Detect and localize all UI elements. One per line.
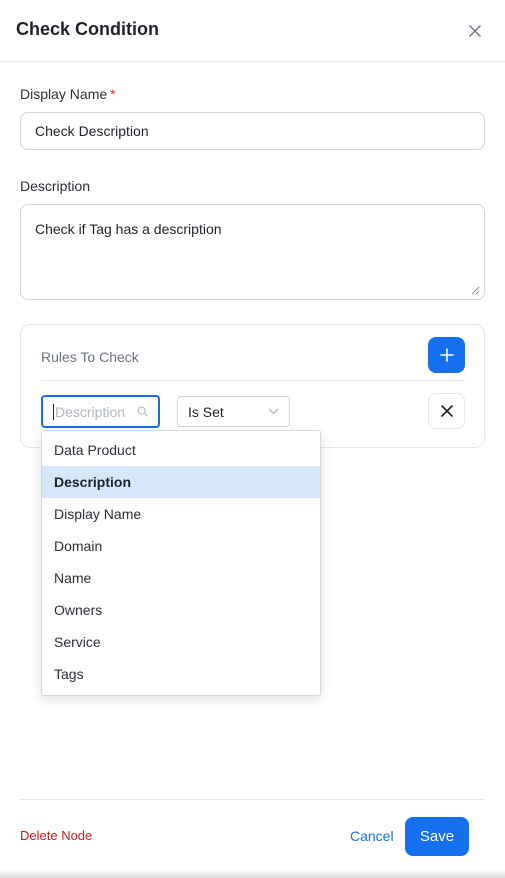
- rule-operator-value: Is Set: [188, 403, 224, 420]
- close-icon: [469, 25, 481, 37]
- save-button[interactable]: Save: [405, 817, 469, 856]
- field-options-dropdown: Data Product Description Display Name Do…: [41, 430, 321, 696]
- rule-field-select[interactable]: Description: [41, 395, 160, 428]
- dropdown-option-name[interactable]: Name: [42, 562, 320, 594]
- display-name-input[interactable]: Check Description: [20, 112, 485, 150]
- x-icon: [440, 405, 453, 417]
- dropdown-option-description[interactable]: Description: [42, 466, 320, 498]
- dropdown-option-display-name[interactable]: Display Name: [42, 498, 320, 530]
- remove-rule-button[interactable]: [428, 393, 465, 429]
- display-name-label: Display Name *: [20, 86, 116, 102]
- search-icon: [137, 406, 148, 417]
- dropdown-option-owners[interactable]: Owners: [42, 594, 320, 626]
- rules-title: Rules To Check: [41, 349, 139, 365]
- rule-operator-select[interactable]: Is Set: [177, 396, 290, 427]
- dropdown-option-data-product[interactable]: Data Product: [42, 434, 320, 466]
- text-cursor: [53, 403, 54, 420]
- description-value: Check if Tag has a description: [35, 221, 222, 237]
- dropdown-option-service[interactable]: Service: [42, 626, 320, 658]
- rules-divider: [41, 380, 466, 381]
- delete-node-button[interactable]: Delete Node: [20, 828, 92, 843]
- required-mark: *: [110, 86, 116, 102]
- panel-header: Check Condition: [0, 0, 505, 62]
- resize-handle-icon[interactable]: [470, 285, 480, 295]
- check-condition-panel: Check Condition Display Name * Check Desc…: [0, 0, 505, 878]
- display-name-label-text: Display Name: [20, 86, 108, 102]
- chevron-down-icon: [268, 408, 279, 415]
- rule-field-placeholder: Description: [55, 403, 126, 420]
- display-name-value: Check Description: [35, 123, 149, 139]
- description-label: Description: [20, 178, 91, 194]
- bottom-shadow: [0, 870, 505, 878]
- panel-title: Check Condition: [16, 19, 159, 39]
- description-textarea[interactable]: Check if Tag has a description: [20, 204, 485, 300]
- footer-divider: [20, 799, 485, 800]
- plus-icon: [439, 348, 454, 362]
- close-button[interactable]: [464, 20, 486, 42]
- dropdown-option-tags[interactable]: Tags: [42, 658, 320, 690]
- cancel-button[interactable]: Cancel: [350, 828, 394, 844]
- dropdown-option-domain[interactable]: Domain: [42, 530, 320, 562]
- add-rule-button[interactable]: [428, 337, 465, 373]
